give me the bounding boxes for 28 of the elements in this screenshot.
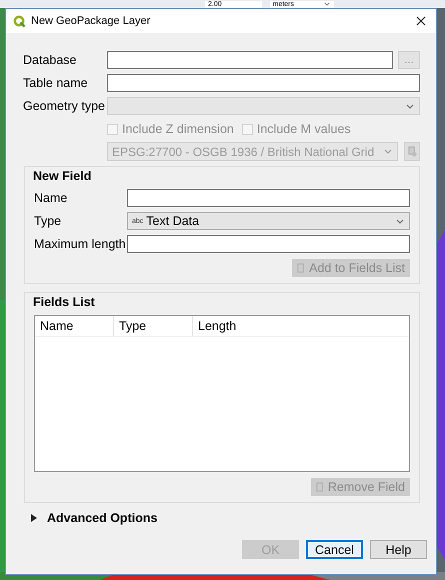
input-field[interactable] — [107, 74, 420, 92]
group-title: New Field — [33, 169, 92, 183]
field-label: Geometry type — [23, 99, 106, 113]
group-title: Fields List — [33, 295, 96, 309]
dialog-button[interactable]: Help — [370, 540, 427, 559]
column-header[interactable]: Name — [35, 316, 114, 336]
field-label: Database — [23, 53, 78, 67]
close-icon[interactable] — [416, 16, 426, 26]
column-header[interactable]: Length — [193, 316, 242, 336]
input-field[interactable] — [107, 51, 393, 69]
column-header[interactable]: Type — [114, 316, 193, 336]
field-label: Type — [34, 214, 62, 228]
input-field[interactable] — [127, 235, 410, 253]
app-logo-icon — [13, 14, 26, 28]
window-title: New GeoPackage Layer — [31, 15, 152, 27]
checkbox-label: Include Z dimension — [122, 122, 234, 136]
chevron-icon — [406, 104, 414, 108]
field-label: Maximum length — [34, 237, 127, 251]
expand-arrow-icon — [31, 514, 37, 522]
field-label: Name — [34, 191, 68, 205]
dialog-button[interactable]: Cancel — [306, 540, 363, 559]
chevron-icon — [324, 2, 330, 6]
advanced-options-toggle[interactable]: Advanced Options — [23, 511, 158, 525]
chevron-icon — [384, 149, 392, 154]
field-label: Table name — [23, 76, 89, 90]
chevron-icon — [396, 218, 404, 224]
checkbox-label: Include M values — [256, 122, 351, 136]
input-field[interactable] — [127, 189, 410, 207]
